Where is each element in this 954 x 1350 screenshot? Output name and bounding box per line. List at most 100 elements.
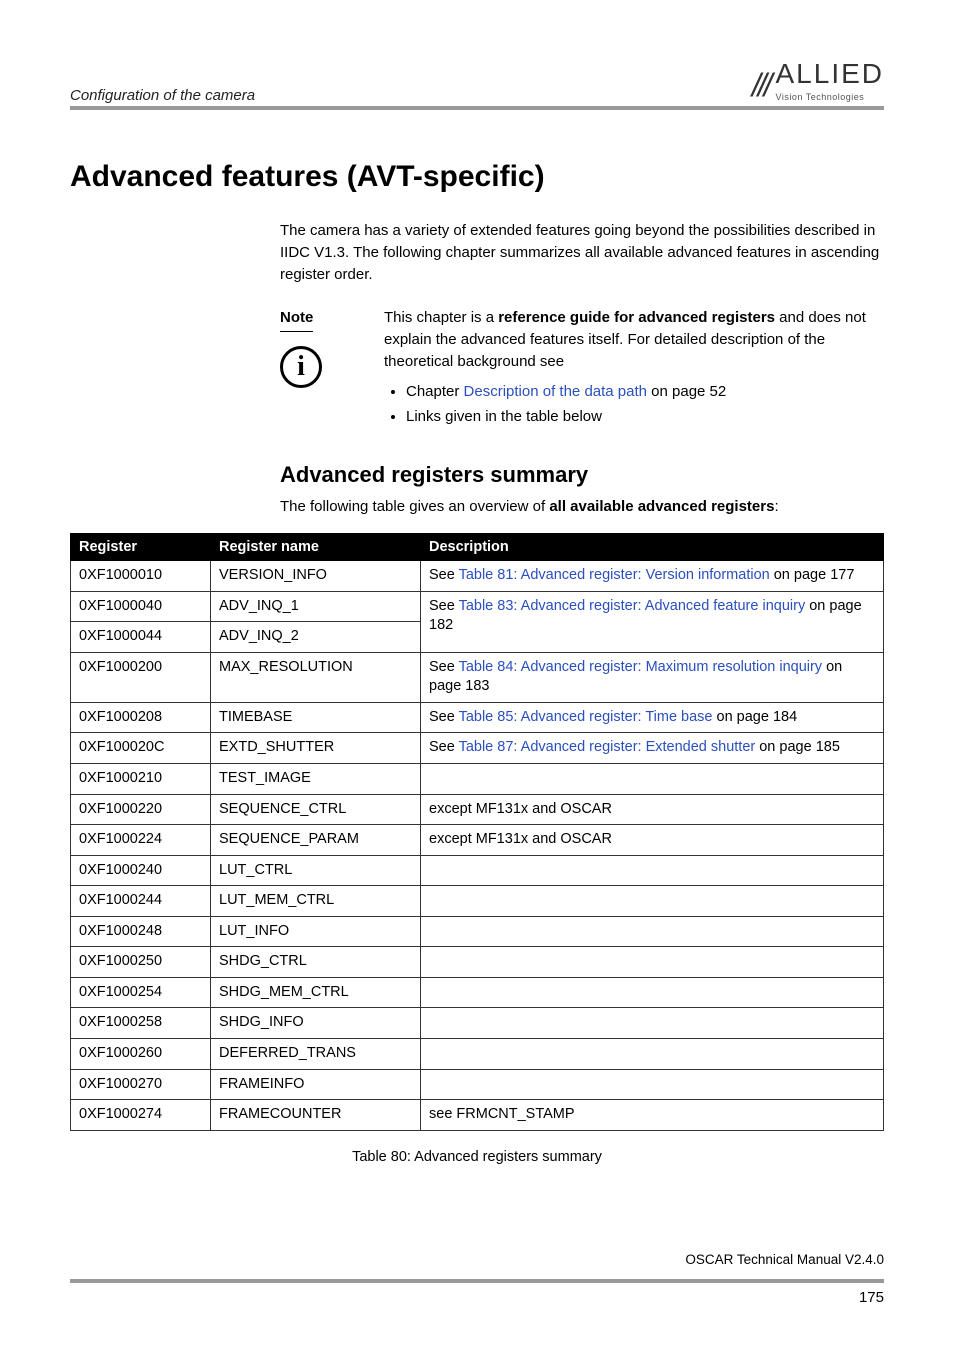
advanced-registers-table: Register Register name Description 0XF10… [70, 533, 884, 1131]
cell-description [421, 1008, 884, 1039]
cell-description [421, 947, 884, 978]
cell-register-name: EXTD_SHUTTER [211, 733, 421, 764]
cell-description: See Table 84: Advanced register: Maximum… [421, 652, 884, 702]
sub-intro: The following table gives an overview of… [280, 498, 884, 515]
table-link[interactable]: Table 84: Advanced register: Maximum res… [459, 659, 822, 675]
table-link[interactable]: Table 85: Advanced register: Time base [459, 709, 713, 725]
cell-description [421, 916, 884, 947]
cell-description: See Table 83: Advanced register: Advance… [421, 591, 884, 652]
table-row: 0XF1000240 LUT_CTRL [71, 855, 884, 886]
cell-register-name: LUT_INFO [211, 916, 421, 947]
cell-register: 0XF1000224 [71, 825, 211, 856]
subheading: Advanced registers summary [280, 462, 884, 488]
page-title: Advanced features (AVT-specific) [70, 160, 884, 194]
note-bullet-1-link[interactable]: Description of the data path [464, 383, 647, 400]
footer-page-number: 175 [70, 1289, 884, 1306]
brand-logo: /// ALLIED Vision Technologies [752, 60, 884, 104]
cell-register: 0XF1000040 [71, 591, 211, 622]
cell-register: 0XF1000208 [71, 702, 211, 733]
cell-description [421, 855, 884, 886]
table-row: 0XF1000010 VERSION_INFO See Table 81: Ad… [71, 561, 884, 592]
table-row: 0XF100020C EXTD_SHUTTER See Table 87: Ad… [71, 733, 884, 764]
cell-register-name: TEST_IMAGE [211, 763, 421, 794]
cell-register-name: ADV_INQ_1 [211, 591, 421, 622]
th-register-name: Register name [211, 534, 421, 561]
table-caption: Table 80: Advanced registers summary [70, 1149, 884, 1165]
cell-description: See Table 85: Advanced register: Time ba… [421, 702, 884, 733]
cell-register: 0XF1000210 [71, 763, 211, 794]
cell-description: except MF131x and OSCAR [421, 794, 884, 825]
cell-register-name: DEFERRED_TRANS [211, 1039, 421, 1070]
cell-register-name: TIMEBASE [211, 702, 421, 733]
table-row: 0XF1000208 TIMEBASE See Table 85: Advanc… [71, 702, 884, 733]
table-row: 0XF1000274 FRAMECOUNTER see FRMCNT_STAMP [71, 1100, 884, 1131]
table-header-row: Register Register name Description [71, 534, 884, 561]
cell-description [421, 886, 884, 917]
cell-register: 0XF1000260 [71, 1039, 211, 1070]
note-block: Note i This chapter is a reference guide… [280, 307, 884, 432]
note-bullet-1: Chapter Description of the data path on … [406, 381, 884, 403]
page-footer: OSCAR Technical Manual V2.4.0 175 [70, 1252, 884, 1306]
cell-register: 0XF1000240 [71, 855, 211, 886]
note-body: This chapter is a reference guide for ad… [384, 307, 884, 432]
note-text-bold: reference guide for advanced registers [498, 309, 775, 326]
intro-paragraph: The camera has a variety of extended fea… [280, 220, 884, 285]
cell-register: 0XF1000254 [71, 977, 211, 1008]
cell-register-name: MAX_RESOLUTION [211, 652, 421, 702]
cell-description [421, 977, 884, 1008]
cell-description: See Table 87: Advanced register: Extende… [421, 733, 884, 764]
info-icon: i [280, 346, 322, 388]
note-label: Note [280, 307, 313, 332]
cell-register: 0XF1000200 [71, 652, 211, 702]
table-row: 0XF1000248 LUT_INFO [71, 916, 884, 947]
cell-register-name: VERSION_INFO [211, 561, 421, 592]
table-link[interactable]: Table 83: Advanced register: Advanced fe… [459, 598, 806, 614]
cell-register: 0XF1000248 [71, 916, 211, 947]
cell-register-name: SEQUENCE_PARAM [211, 825, 421, 856]
note-bullet-2: Links given in the table below [406, 406, 884, 428]
cell-register-name: SHDG_MEM_CTRL [211, 977, 421, 1008]
table-row: 0XF1000244 LUT_MEM_CTRL [71, 886, 884, 917]
table-row: 0XF1000040 ADV_INQ_1 See Table 83: Advan… [71, 591, 884, 622]
th-register: Register [71, 534, 211, 561]
table-link[interactable]: Table 81: Advanced register: Version inf… [459, 567, 770, 583]
cell-description: see FRMCNT_STAMP [421, 1100, 884, 1131]
table-link[interactable]: Table 87: Advanced register: Extended sh… [459, 739, 756, 755]
cell-description [421, 763, 884, 794]
cell-register: 0XF1000250 [71, 947, 211, 978]
table-row: 0XF1000224 SEQUENCE_PARAM except MF131x … [71, 825, 884, 856]
table-row: 0XF1000250 SHDG_CTRL [71, 947, 884, 978]
cell-description [421, 1069, 884, 1100]
cell-register: 0XF1000044 [71, 622, 211, 653]
footer-doc-title: OSCAR Technical Manual V2.4.0 [70, 1252, 884, 1267]
cell-register-name: ADV_INQ_2 [211, 622, 421, 653]
cell-register: 0XF1000270 [71, 1069, 211, 1100]
table-row: 0XF1000258 SHDG_INFO [71, 1008, 884, 1039]
cell-register-name: FRAMEINFO [211, 1069, 421, 1100]
cell-register: 0XF1000010 [71, 561, 211, 592]
cell-register: 0XF1000220 [71, 794, 211, 825]
cell-register-name: LUT_MEM_CTRL [211, 886, 421, 917]
cell-description: except MF131x and OSCAR [421, 825, 884, 856]
th-description: Description [421, 534, 884, 561]
logo-slashes-icon: /// [752, 67, 770, 104]
table-row: 0XF1000254 SHDG_MEM_CTRL [71, 977, 884, 1008]
note-text-prefix: This chapter is a [384, 309, 498, 326]
cell-description [421, 1039, 884, 1070]
page-header: Configuration of the camera /// ALLIED V… [70, 60, 884, 110]
cell-register-name: SEQUENCE_CTRL [211, 794, 421, 825]
cell-register: 0XF1000244 [71, 886, 211, 917]
header-section-title: Configuration of the camera [70, 87, 255, 104]
cell-register-name: SHDG_CTRL [211, 947, 421, 978]
cell-description: See Table 81: Advanced register: Version… [421, 561, 884, 592]
table-row: 0XF1000270 FRAMEINFO [71, 1069, 884, 1100]
table-row: 0XF1000260 DEFERRED_TRANS [71, 1039, 884, 1070]
cell-register: 0XF100020C [71, 733, 211, 764]
cell-register: 0XF1000274 [71, 1100, 211, 1131]
cell-register: 0XF1000258 [71, 1008, 211, 1039]
cell-register-name: FRAMECOUNTER [211, 1100, 421, 1131]
table-row: 0XF1000200 MAX_RESOLUTION See Table 84: … [71, 652, 884, 702]
cell-register-name: LUT_CTRL [211, 855, 421, 886]
cell-register-name: SHDG_INFO [211, 1008, 421, 1039]
logo-sub-text: Vision Technologies [776, 92, 865, 102]
